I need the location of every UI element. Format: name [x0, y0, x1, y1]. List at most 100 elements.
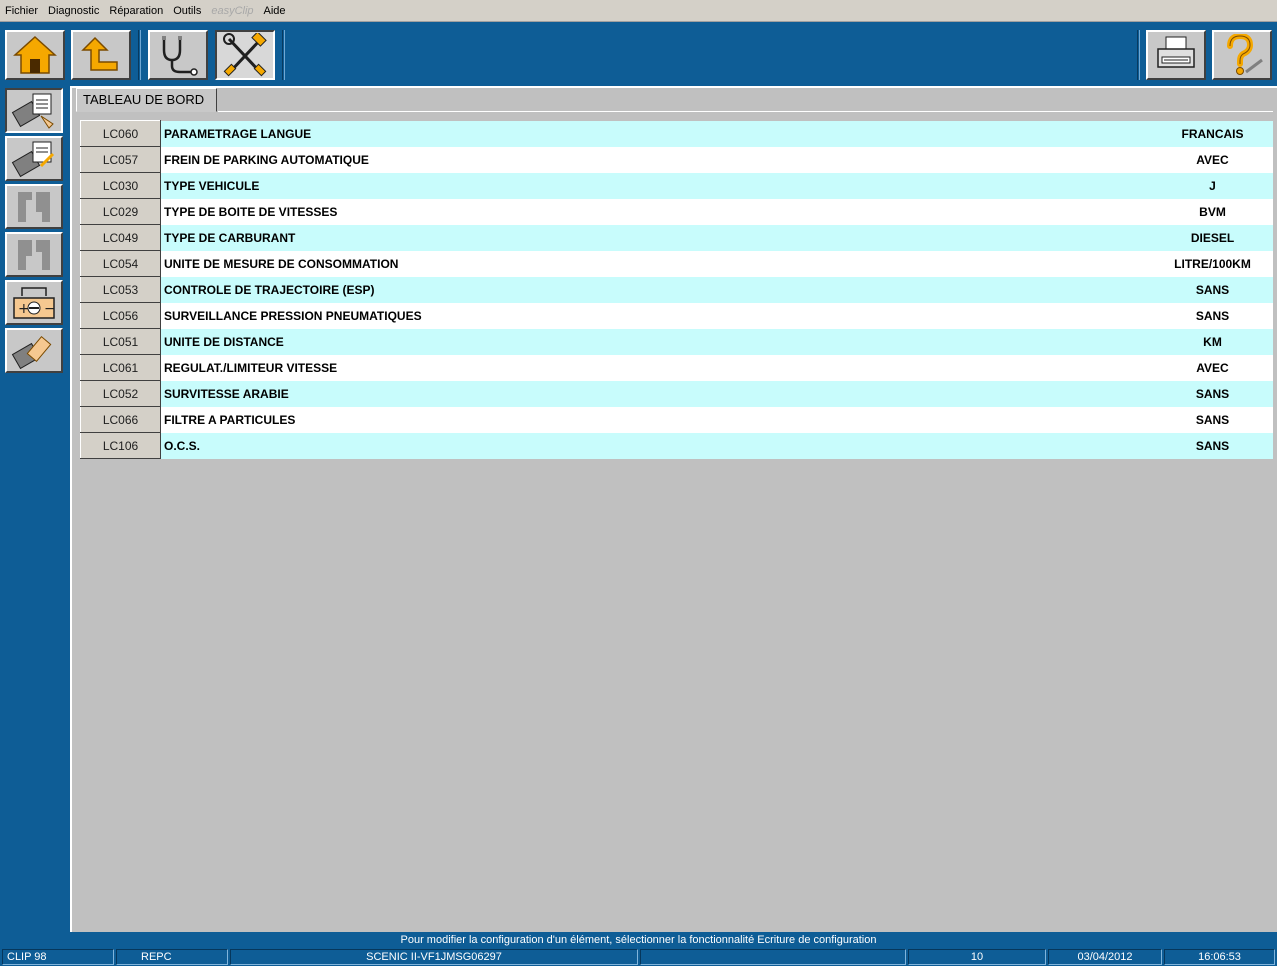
parameters-alt-icon — [18, 239, 50, 270]
menu-easyclip: easyClip — [211, 4, 254, 17]
configuration-table: LC060 PARAMETRAGE LANGUE FRANCAIS LC057 FREI… — [80, 120, 1273, 459]
table-row[interactable]: LC106 O.C.S. SANS — [80, 432, 1273, 459]
ecu-config-read-icon — [11, 93, 54, 129]
help-button[interactable] — [1212, 30, 1272, 80]
tools-button[interactable] — [215, 30, 275, 80]
table-row[interactable]: LC056 SURVEILLANCE PRESSION PNEUMATIQUES S… — [80, 302, 1273, 329]
ecu-config-write-icon — [11, 141, 55, 177]
menu-bar: Fichier Diagnostic Réparation Outils eas… — [0, 0, 1277, 22]
config-code-button[interactable]: LC029 — [80, 198, 161, 225]
config-code-button[interactable]: LC053 — [80, 276, 161, 303]
config-value: BVM — [1152, 198, 1273, 225]
status-bar: CLIP 98 REPC SCENIC II-VF1JMSG06297 10 0… — [0, 948, 1277, 966]
sidebar-write-config-button[interactable] — [5, 136, 63, 181]
menu-fichier[interactable]: Fichier — [0, 1, 43, 21]
config-label: SURVITESSE ARABIE — [160, 380, 1153, 407]
svg-text:−: − — [44, 301, 56, 317]
table-row[interactable]: LC052 SURVITESSE ARABIE SANS — [80, 380, 1273, 407]
parameters-icon — [18, 191, 50, 222]
config-value: SANS — [1152, 380, 1273, 407]
sidebar-read-config-button[interactable] — [5, 88, 63, 133]
sidebar: + − — [0, 86, 70, 932]
toolbar-separator — [1137, 30, 1140, 80]
config-code-button[interactable]: LC051 — [80, 328, 161, 355]
print-button[interactable] — [1146, 30, 1206, 80]
toolbar-separator — [138, 30, 141, 80]
config-value: AVEC — [1152, 146, 1273, 173]
table-row[interactable]: LC049 TYPE DE CARBURANT DIESEL — [80, 224, 1273, 251]
stethoscope-icon — [162, 36, 198, 76]
status-tool-name: CLIP 98 — [2, 949, 114, 965]
sidebar-erase-button[interactable] — [5, 328, 63, 373]
config-label: SURVEILLANCE PRESSION PNEUMATIQUES — [160, 302, 1153, 329]
table-row[interactable]: LC057 FREIN DE PARKING AUTOMATIQUE AVEC — [80, 146, 1273, 173]
printer-icon — [1157, 36, 1195, 68]
config-label: TYPE VEHICULE — [160, 172, 1153, 199]
config-value: DIESEL — [1152, 224, 1273, 251]
back-arrow-icon — [81, 36, 118, 71]
table-row[interactable]: LC054 UNITE DE MESURE DE CONSOMMATION LITR… — [80, 250, 1273, 277]
status-message: Pour modifier la configuration d'un élém… — [0, 932, 1277, 948]
table-row[interactable]: LC061 REGULAT./LIMITEUR VITESSE AVEC — [80, 354, 1273, 381]
tools-icon — [223, 33, 267, 77]
table-row[interactable]: LC051 UNITE DE DISTANCE KM — [80, 328, 1273, 355]
config-value: AVEC — [1152, 354, 1273, 381]
home-button[interactable] — [5, 30, 65, 80]
sidebar-battery-button[interactable]: + − — [5, 280, 63, 325]
config-value: KM — [1152, 328, 1273, 355]
status-repc: REPC — [116, 949, 228, 965]
config-code-button[interactable]: LC060 — [80, 120, 161, 147]
config-code-button[interactable]: LC056 — [80, 302, 161, 329]
tab-divider — [218, 111, 1273, 112]
toolbar — [0, 22, 1277, 86]
main-panel: TABLEAU DE BORD LC060 PARAMETRAGE LANGUE F… — [70, 86, 1277, 932]
status-time: 16:06:53 — [1164, 949, 1275, 965]
config-label: FREIN DE PARKING AUTOMATIQUE — [160, 146, 1153, 173]
config-code-button[interactable]: LC066 — [80, 406, 161, 433]
sidebar-parameters-button[interactable] — [5, 184, 63, 229]
config-label: FILTRE A PARTICULES — [160, 406, 1153, 433]
config-value: SANS — [1152, 432, 1273, 459]
config-code-button[interactable]: LC049 — [80, 224, 161, 251]
menu-reparation[interactable]: Réparation — [104, 1, 168, 21]
config-value: J — [1152, 172, 1273, 199]
status-date: 03/04/2012 — [1048, 949, 1162, 965]
config-label: PARAMETRAGE LANGUE — [160, 120, 1153, 147]
config-value: LITRE/100KM — [1152, 250, 1273, 277]
status-vehicle: SCENIC II-VF1JMSG06297 — [230, 949, 638, 965]
table-row[interactable]: LC029 TYPE DE BOITE DE VITESSES BVM — [80, 198, 1273, 225]
back-button[interactable] — [71, 30, 131, 80]
ecu-erase-icon — [11, 335, 52, 369]
config-code-button[interactable]: LC030 — [80, 172, 161, 199]
menu-diagnostic[interactable]: Diagnostic — [43, 1, 104, 21]
sidebar-parameters-alt-button[interactable] — [5, 232, 63, 277]
status-empty-cell — [640, 949, 906, 965]
table-row[interactable]: LC060 PARAMETRAGE LANGUE FRANCAIS — [80, 120, 1273, 147]
config-label: TYPE DE BOITE DE VITESSES — [160, 198, 1153, 225]
table-row[interactable]: LC053 CONTROLE DE TRAJECTOIRE (ESP) SANS — [80, 276, 1273, 303]
config-value: SANS — [1152, 406, 1273, 433]
config-label: UNITE DE MESURE DE CONSOMMATION — [160, 250, 1153, 277]
config-label: UNITE DE DISTANCE — [160, 328, 1153, 355]
tab-tableau-de-bord[interactable]: TABLEAU DE BORD — [76, 88, 218, 112]
status-count: 10 — [908, 949, 1046, 965]
config-value: FRANCAIS — [1152, 120, 1273, 147]
config-code-button[interactable]: LC061 — [80, 354, 161, 381]
config-label: REGULAT./LIMITEUR VITESSE — [160, 354, 1153, 381]
menu-aide[interactable]: Aide — [259, 1, 291, 21]
config-code-button[interactable]: LC106 — [80, 432, 161, 459]
config-code-button[interactable]: LC054 — [80, 250, 161, 277]
menu-outils[interactable]: Outils — [168, 1, 206, 21]
diagnostic-button[interactable] — [148, 30, 208, 80]
toolbar-separator — [282, 30, 285, 80]
config-value: SANS — [1152, 302, 1273, 329]
config-label: O.C.S. — [160, 432, 1153, 459]
table-row[interactable]: LC066 FILTRE A PARTICULES SANS — [80, 406, 1273, 433]
table-row[interactable]: LC030 TYPE VEHICULE J — [80, 172, 1273, 199]
config-label: CONTROLE DE TRAJECTOIRE (ESP) — [160, 276, 1153, 303]
battery-icon: + − — [13, 286, 56, 319]
config-label: TYPE DE CARBURANT — [160, 224, 1153, 251]
config-code-button[interactable]: LC057 — [80, 146, 161, 173]
home-icon — [13, 35, 57, 74]
config-code-button[interactable]: LC052 — [80, 380, 161, 407]
